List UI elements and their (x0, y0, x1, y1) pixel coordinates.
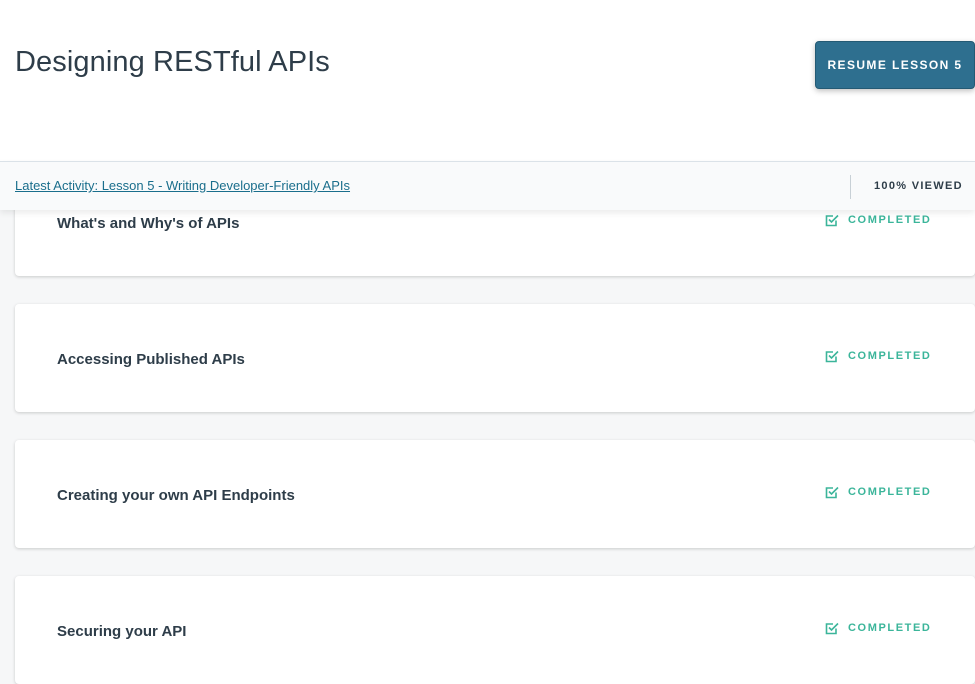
lesson-card[interactable]: Creating your own API Endpoints COMPLETE… (15, 440, 975, 548)
checkbox-checked-icon (825, 621, 839, 635)
lesson-status: COMPLETED (825, 349, 931, 363)
latest-activity-link[interactable]: Latest Activity: Lesson 5 - Writing Deve… (15, 178, 350, 193)
lesson-status: COMPLETED (825, 213, 931, 227)
lesson-card[interactable]: Securing your API COMPLETED (15, 576, 975, 684)
checkbox-checked-icon (825, 485, 839, 499)
lesson-title: Accessing Published APIs (57, 351, 245, 368)
lesson-status: COMPLETED (825, 621, 931, 635)
lesson-title: Securing your API (57, 623, 187, 640)
status-label: COMPLETED (848, 486, 932, 498)
lesson-card[interactable]: Accessing Published APIs COMPLETED (15, 304, 975, 412)
lesson-title: Creating your own API Endpoints (57, 487, 295, 504)
page-title: Designing RESTful APIs (15, 46, 330, 78)
lesson-title: What's and Why's of APIs (57, 215, 240, 232)
status-label: COMPLETED (848, 622, 932, 634)
resume-lesson-button[interactable]: RESUME LESSON 5 (815, 41, 975, 89)
lesson-status: COMPLETED (825, 485, 931, 499)
checkbox-checked-icon (825, 213, 839, 227)
status-label: COMPLETED (848, 214, 932, 226)
activity-bar: Latest Activity: Lesson 5 - Writing Deve… (0, 161, 975, 210)
divider (850, 175, 851, 199)
checkbox-checked-icon (825, 349, 839, 363)
viewed-progress-label: 100% VIEWED (874, 180, 963, 192)
status-label: COMPLETED (848, 350, 932, 362)
course-header: Designing RESTful APIs RESUME LESSON 5 (0, 0, 975, 162)
